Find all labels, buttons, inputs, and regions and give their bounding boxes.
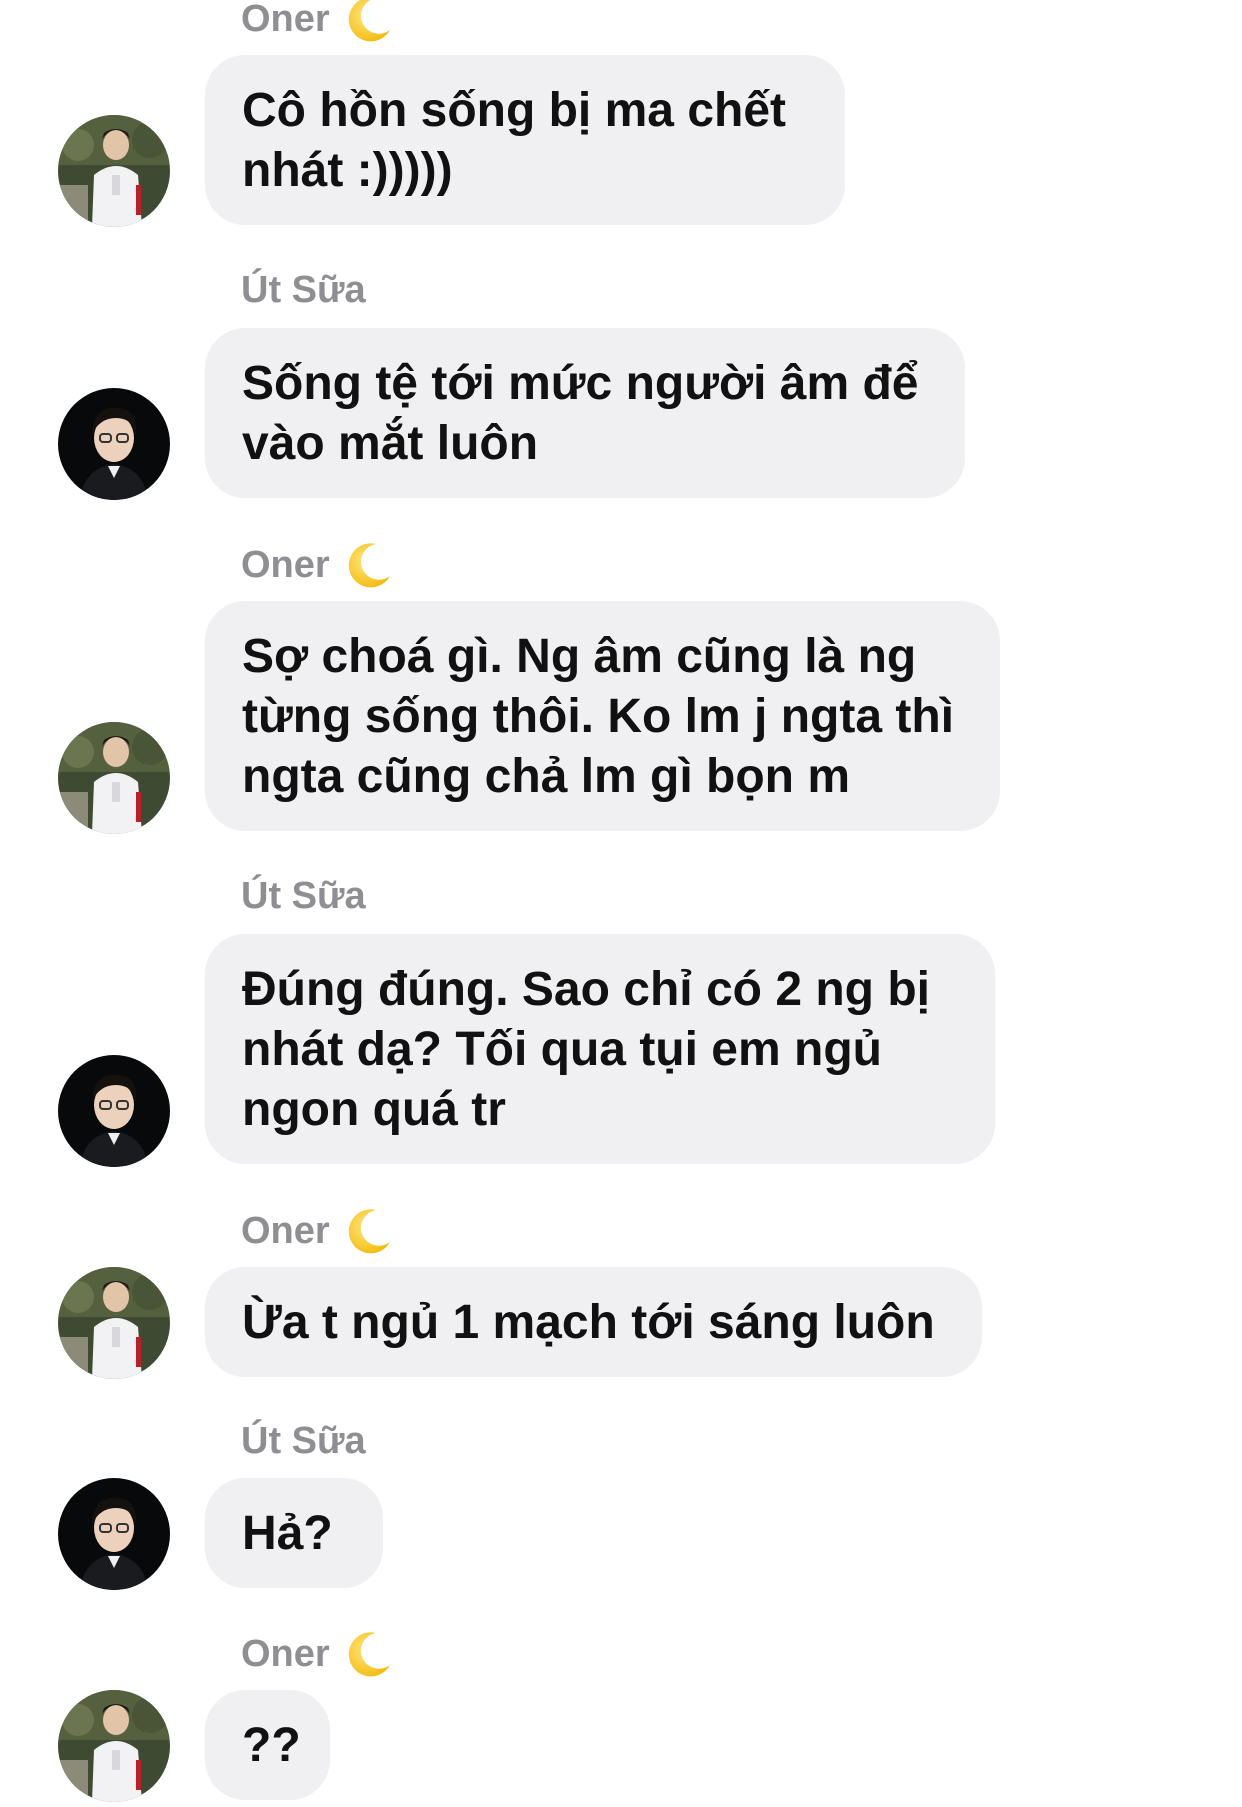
avatar-ut-sua[interactable] xyxy=(58,1055,170,1167)
message-bubble[interactable]: Sợ choá gì. Ng âm cũng là ng từng sống t… xyxy=(205,601,1000,831)
sender-name-row: Oner xyxy=(241,540,394,590)
avatar-oner[interactable] xyxy=(58,1267,170,1379)
message-text-line: ?? xyxy=(242,1719,301,1772)
message-text-line: vào mắt luôn xyxy=(242,417,539,470)
avatar-oner[interactable] xyxy=(58,115,170,227)
message-text-line: Ừa t ngủ 1 mạch tới sáng luôn xyxy=(242,1296,935,1349)
sender-name: Oner xyxy=(241,544,330,586)
crescent-moon-icon xyxy=(344,540,394,590)
message-text-line: ngon quá tr xyxy=(242,1083,506,1136)
sender-name: Oner xyxy=(241,1633,330,1675)
message-bubble[interactable]: Ừa t ngủ 1 mạch tới sáng luôn xyxy=(205,1267,982,1377)
message-text-line: ngta cũng chả lm gì bọn m xyxy=(242,750,851,803)
avatar-oner[interactable] xyxy=(58,722,170,834)
message-text-line: Sợ choá gì. Ng âm cũng là ng xyxy=(242,630,917,683)
message-bubble[interactable]: ?? xyxy=(205,1690,330,1800)
sender-name-row: Oner xyxy=(241,1206,394,1256)
message-text-line: Đúng đúng. Sao chỉ có 2 ng bị xyxy=(242,963,930,1016)
message-text-line: nhát :))))) xyxy=(242,144,453,197)
message-text-line: Cô hồn sống bị ma chết xyxy=(242,84,787,137)
message-bubble[interactable]: Sống tệ tới mức người âm để vào mắt luôn xyxy=(205,328,965,498)
sender-name-row: Oner xyxy=(241,1629,394,1679)
avatar-ut-sua[interactable] xyxy=(58,1478,170,1590)
crescent-moon-icon xyxy=(344,1206,394,1256)
sender-name-row: Út Sữa xyxy=(241,1418,366,1464)
sender-name-row: Út Sữa xyxy=(241,267,366,313)
sender-name-row: Oner xyxy=(241,0,394,44)
sender-name: Út Sữa xyxy=(241,875,366,917)
crescent-moon-icon xyxy=(344,1629,394,1679)
message-bubble[interactable]: Đúng đúng. Sao chỉ có 2 ng bị nhát dạ? T… xyxy=(205,934,995,1164)
avatar-oner[interactable] xyxy=(58,1690,170,1802)
message-bubble[interactable]: Hả? xyxy=(205,1478,383,1588)
avatar-ut-sua[interactable] xyxy=(58,388,170,500)
sender-name: Út Sữa xyxy=(241,269,366,311)
message-bubble[interactable]: Cô hồn sống bị ma chết nhát :))))) xyxy=(205,55,845,225)
message-text-line: từng sống thôi. Ko lm j ngta thì xyxy=(242,690,954,743)
sender-name: Út Sữa xyxy=(241,1420,366,1462)
sender-name: Oner xyxy=(241,0,330,40)
crescent-moon-icon xyxy=(344,0,394,44)
sender-name-row: Út Sữa xyxy=(241,873,366,919)
sender-name: Oner xyxy=(241,1210,330,1252)
chat-thread: Oner Cô hồn sống bị ma chết nhát :))))) xyxy=(0,0,1242,1807)
message-text-line: nhát dạ? Tối qua tụi em ngủ xyxy=(242,1023,882,1076)
message-text-line: Sống tệ tới mức người âm để xyxy=(242,357,919,410)
message-text-line: Hả? xyxy=(242,1507,333,1560)
